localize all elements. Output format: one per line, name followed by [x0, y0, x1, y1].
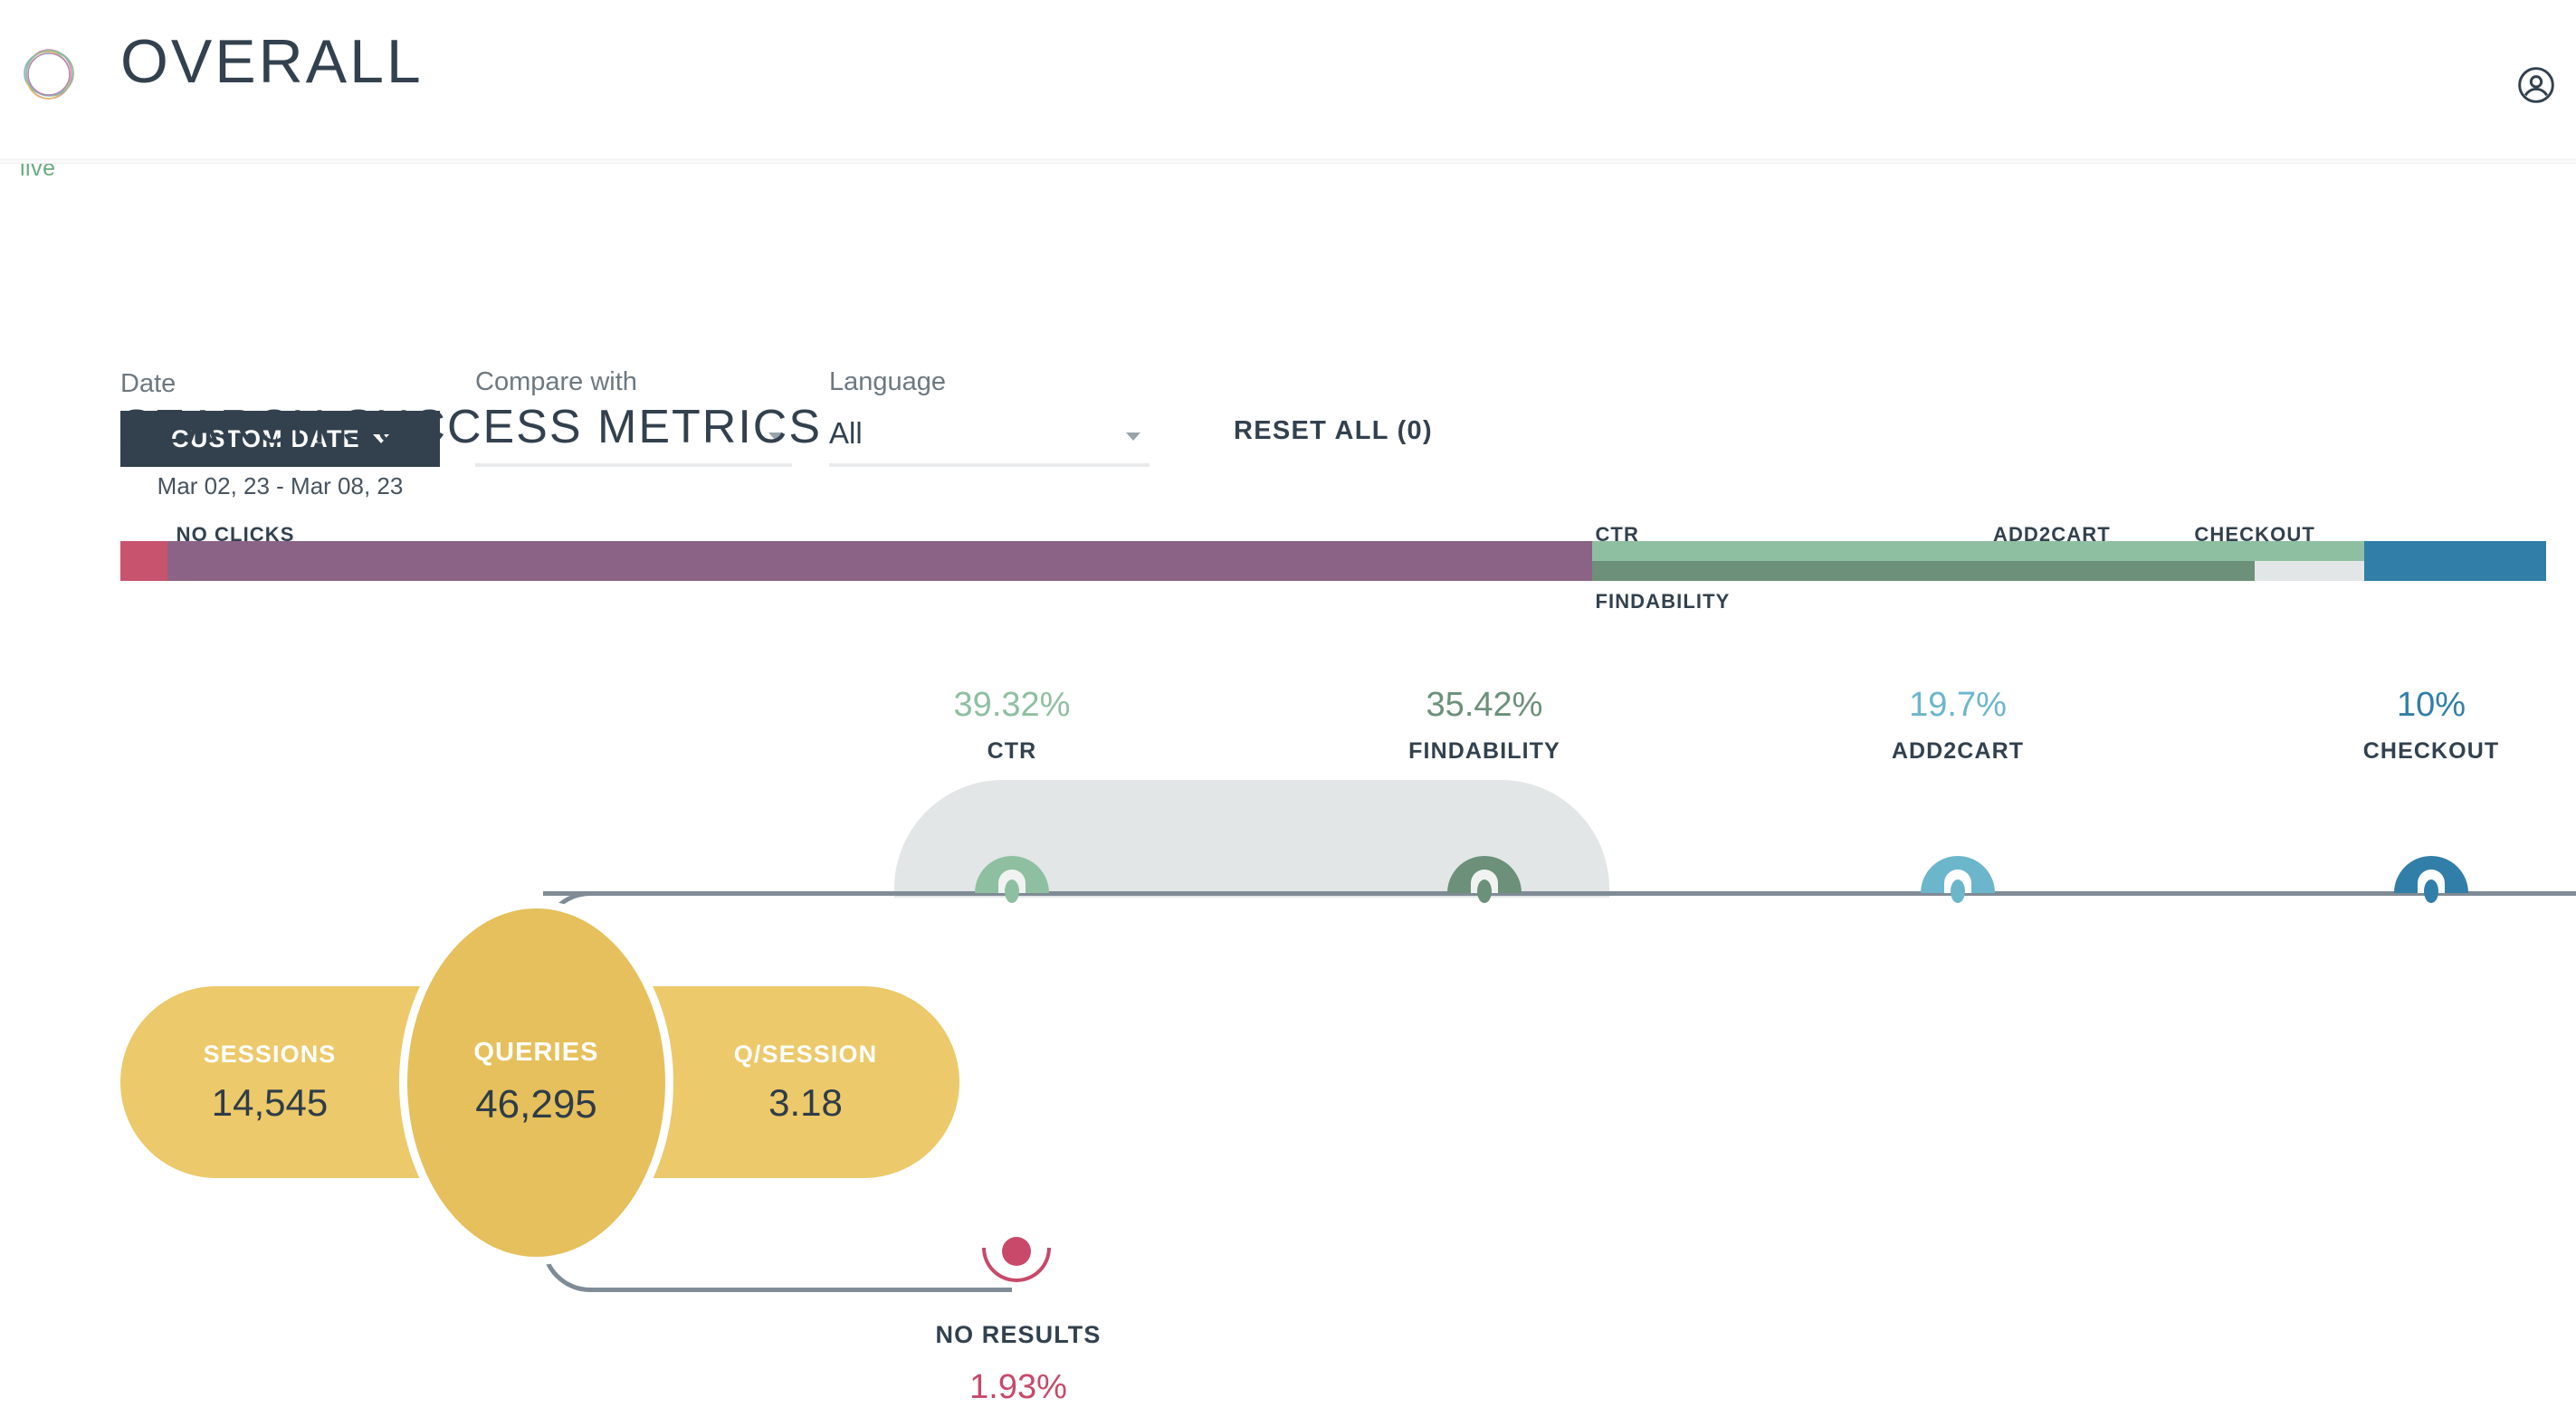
compare-with-label: Compare with	[475, 367, 637, 396]
date-filter-label: Date	[120, 369, 177, 398]
funnel-node-add2cart[interactable]	[1921, 856, 1995, 903]
metric-pill-q-per-session-value: 3.18	[768, 1080, 843, 1124]
date-range-value: Mar 02, 23 - Mar 08, 23	[157, 472, 404, 499]
app-header: OVERALL live	[0, 0, 2576, 181]
select-underline	[475, 463, 792, 467]
funnel-node-checkout[interactable]	[2394, 856, 2468, 903]
filter-bar: Date CUSTOM DATE Mar 02, 23 - Mar 08, 23…	[0, 163, 2576, 499]
no-results-label: NO RESULTS	[935, 1321, 1102, 1348]
no-results-value: 1.93%	[969, 1368, 1067, 1406]
kpi-ctr-value: 39.32%	[953, 686, 1071, 724]
no-results-dot	[1002, 1237, 1031, 1266]
language-value: All	[829, 416, 863, 450]
section-title: SEARCH SUCCESS METRICS	[120, 401, 822, 453]
select-underline	[829, 463, 1150, 467]
metric-bubble-queries[interactable]: QUERIES 46,295	[407, 908, 665, 1257]
bar-segment-no-clicks[interactable]	[167, 541, 1593, 581]
language-select[interactable]: All	[829, 411, 1150, 467]
reset-all-button[interactable]: RESET ALL (0)	[1234, 416, 1433, 446]
page-title: OVERALL	[120, 27, 424, 96]
bar-segment-no-results[interactable]	[120, 541, 167, 581]
search-success-stacked-bar	[120, 541, 2546, 581]
bar-segment-checkout[interactable]	[2364, 541, 2546, 581]
metric-bubble-queries-label: QUERIES	[473, 1038, 599, 1067]
funnel-node-ctr[interactable]	[975, 856, 1049, 903]
funnel-node-dot	[1951, 879, 1965, 903]
account-circle-icon[interactable]	[2516, 65, 2556, 105]
metric-pill-sessions-value: 14,545	[211, 1080, 329, 1124]
bar-segment-gap[interactable]	[2255, 561, 2364, 581]
funnel-node-findability[interactable]	[1447, 856, 1522, 903]
kpi-checkout-value: 10%	[2396, 686, 2466, 724]
metric-bubble-queries-value: 46,295	[475, 1082, 597, 1127]
kpi-add2cart-value: 19.7%	[1909, 686, 2007, 724]
metric-pill-sessions-label: SESSIONS	[203, 1040, 337, 1068]
funnel-node-dot	[1477, 879, 1492, 903]
bar-label-findability: FINDABILITY	[1595, 590, 1731, 613]
chevron-down-icon	[1126, 433, 1140, 441]
no-results-node-icon[interactable]	[982, 1237, 1051, 1284]
funnel-node-dot	[2424, 879, 2438, 903]
kpi-findability-value: 35.42%	[1426, 686, 1543, 724]
concentric-circles-logo-icon[interactable]	[18, 43, 80, 105]
bar-segment-findability[interactable]	[1592, 561, 2256, 581]
metric-pill-q-per-session-label: Q/SESSION	[733, 1040, 878, 1068]
funnel-node-dot	[1005, 879, 1019, 903]
language-filter-label: Language	[829, 367, 947, 396]
